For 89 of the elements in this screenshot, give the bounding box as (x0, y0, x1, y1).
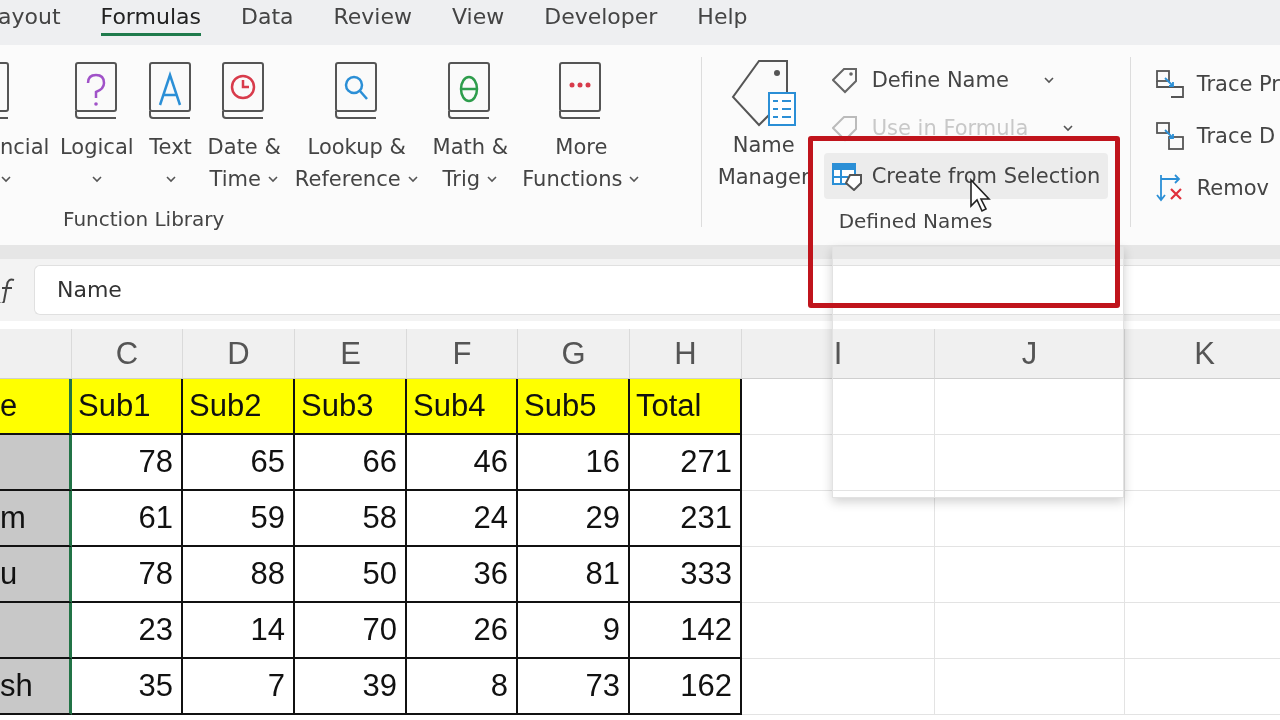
group-label: Function Library (63, 207, 225, 231)
table-cell: 8 (407, 659, 518, 715)
table-cell: 46 (407, 435, 518, 491)
table-cell: 14 (183, 603, 295, 659)
table-cell: 271 (630, 435, 742, 491)
column-header[interactable]: D (183, 329, 295, 379)
table-cell: 73 (518, 659, 630, 715)
table-cell: Sub3 (295, 379, 407, 435)
trace-arrow-icon (1154, 69, 1185, 99)
function-category-button[interactable]: Date & Time (201, 61, 287, 195)
function-category-button[interactable]: Text (141, 61, 200, 195)
table-cell: 36 (407, 547, 518, 603)
arrows-cross-icon (1154, 173, 1185, 203)
table-cell: 26 (407, 603, 518, 659)
group-label: Defined Names (838, 209, 993, 233)
column-header[interactable]: J (935, 329, 1125, 379)
table-cell: 70 (295, 603, 407, 659)
table-cell: 50 (295, 547, 407, 603)
ribbon-tab[interactable]: View (436, 0, 521, 45)
ribbon-command[interactable]: Remov (1154, 165, 1280, 211)
function-category-button[interactable]: Math & Trig (426, 61, 515, 195)
ribbon-command[interactable]: Trace D (1154, 113, 1280, 159)
column-header[interactable]: C (72, 329, 183, 379)
ribbon-tab[interactable]: Developer (528, 0, 674, 45)
table-cell: Sub1 (72, 379, 183, 435)
column-header[interactable]: I (742, 329, 935, 379)
table-cell: 81 (518, 547, 630, 603)
function-category-button[interactable]: Logical (54, 61, 140, 195)
table-cell: sh (0, 659, 72, 715)
ribbon-command[interactable]: Define Name (823, 57, 1109, 103)
ribbon-tab[interactable]: Data (224, 0, 310, 45)
function-category-button[interactable]: Lookup & Reference (288, 61, 425, 195)
table-cell: u (0, 547, 72, 603)
ribbon-tab[interactable]: Review (317, 0, 428, 45)
caret-icon (0, 175, 12, 183)
table-cell: Sub4 (407, 379, 518, 435)
caret-icon (1042, 76, 1055, 84)
ribbon-command[interactable]: Create from Selection (823, 153, 1109, 199)
table-cell: 16 (518, 435, 630, 491)
letter-book-icon (147, 61, 194, 121)
caret-icon (90, 175, 103, 183)
table-cell: 66 (295, 435, 407, 491)
table-cell: 162 (630, 659, 742, 715)
column-header[interactable]: F (407, 329, 518, 379)
table-cell: 29 (518, 491, 630, 547)
function-icon (0, 277, 16, 303)
caret-icon (266, 175, 279, 183)
table-cell: 9 (518, 603, 630, 659)
table-cell: e (0, 379, 72, 435)
table-cell: 78 (72, 547, 183, 603)
table-cell: 58 (295, 491, 407, 547)
caret-icon (486, 175, 499, 183)
name-manager-button[interactable]: Name Manager (715, 57, 812, 209)
table-cell: 61 (72, 491, 183, 547)
table-cell: m (0, 491, 72, 547)
function-category-button[interactable]: More Functions (516, 61, 647, 195)
formula-input[interactable]: Name (34, 265, 1280, 315)
column-header[interactable] (0, 329, 72, 379)
trace-arrow-icon (1154, 121, 1185, 151)
ribbon-tab[interactable]: Help (681, 0, 764, 45)
caret-icon (628, 175, 641, 183)
column-header[interactable]: H (630, 329, 742, 379)
table-cell: 333 (630, 547, 742, 603)
table-cell: 65 (183, 435, 295, 491)
table-cell: 88 (183, 547, 295, 603)
table-cell: 23 (72, 603, 183, 659)
caret-icon (164, 175, 177, 183)
ribbon-command[interactable]: Trace Pr (1154, 61, 1280, 107)
table-cell: 24 (407, 491, 518, 547)
column-header[interactable]: E (295, 329, 407, 379)
table-cell: 231 (630, 491, 742, 547)
question-book-icon (73, 61, 120, 121)
table-cell: Sub5 (518, 379, 630, 435)
table-cell: 142 (630, 603, 742, 659)
table-cell: 39 (295, 659, 407, 715)
caret-icon (406, 175, 419, 183)
caret-icon (1062, 124, 1075, 132)
table-cell: Total (630, 379, 742, 435)
table-cell: 7 (183, 659, 295, 715)
table-tag-icon (831, 161, 862, 191)
table-cell: Sub2 (183, 379, 295, 435)
ribbon-tab[interactable]: ayout (0, 0, 77, 45)
table-cell: 35 (72, 659, 183, 715)
column-header[interactable]: G (518, 329, 630, 379)
table-cell: 78 (72, 435, 183, 491)
magnifier-book-icon (333, 61, 380, 121)
table-cell: 59 (183, 491, 295, 547)
column-header[interactable]: K (1125, 329, 1280, 379)
function-category-button[interactable]: ncial (0, 61, 52, 195)
